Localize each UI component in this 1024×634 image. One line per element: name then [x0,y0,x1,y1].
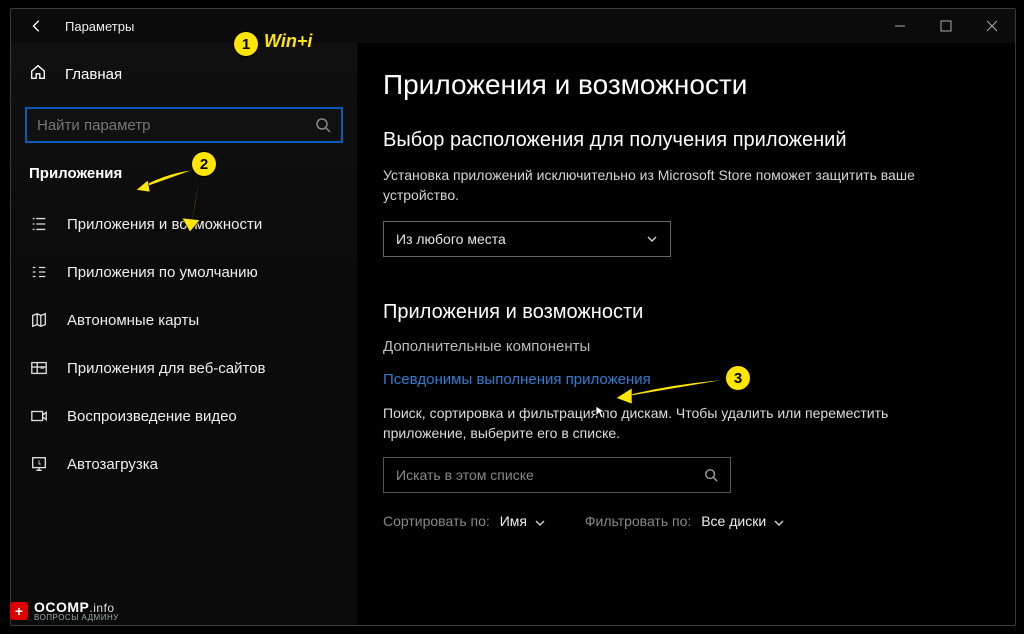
annotation-badge-2: 2 [192,152,216,176]
map-icon [29,310,49,330]
app-search-box[interactable]: Искать в этом списке [383,457,731,493]
install-source-dropdown[interactable]: Из любого места [383,221,671,257]
search-icon [315,117,331,133]
annotation-badge-1: 1 [234,32,258,56]
list-icon [29,214,49,234]
list-description: Поиск, сортировка и фильтрация по дискам… [383,404,903,443]
app-search-placeholder: Искать в этом списке [396,467,534,483]
sidebar-home-label: Главная [65,66,122,83]
search-icon [704,468,718,482]
sidebar-item-label: Автозагрузка [67,456,158,473]
watermark: + OCOMP.info ВОПРОСЫ АДМИНУ [10,599,119,622]
sidebar-section-label: Приложения [11,161,357,200]
sidebar-home[interactable]: Главная [11,51,357,97]
sidebar-item-label: Воспроизведение видео [67,408,237,425]
minimize-button[interactable] [877,9,923,43]
sidebar-item-label: Приложения для веб-сайтов [67,360,266,377]
sidebar-item-startup[interactable]: Автозагрузка [11,440,357,488]
section-desc-source: Установка приложений исключительно из Mi… [383,166,943,205]
annotation-text-winplusi: Win+i [264,31,312,52]
section-title-apps: Приложения и возможности [383,301,995,324]
dropdown-value: Из любого места [396,231,506,247]
defaults-icon [29,262,49,282]
sidebar-item-websites[interactable]: Приложения для веб-сайтов [11,344,357,392]
sort-control[interactable]: Сортировать по: Имя [383,513,545,529]
app-aliases-link[interactable]: Псевдонимы выполнения приложения [383,371,995,388]
search-input[interactable] [37,117,315,134]
watermark-icon: + [10,602,28,620]
back-button[interactable] [23,12,51,40]
page-title: Приложения и возможности [383,69,995,101]
sidebar-item-video[interactable]: Воспроизведение видео [11,392,357,440]
sidebar-item-apps-features[interactable]: Приложения и возможности [11,200,357,248]
chevron-down-icon [535,518,545,528]
chevron-down-icon [646,233,658,245]
window-controls [877,9,1015,43]
titlebar: Параметры [11,9,1015,43]
sidebar-item-default-apps[interactable]: Приложения по умолчанию [11,248,357,296]
sidebar-item-label: Приложения и возможности [67,216,262,233]
annotation-badge-3: 3 [726,366,750,390]
sidebar-search[interactable] [25,107,343,143]
mouse-cursor-icon [594,405,608,419]
sidebar-item-offline-maps[interactable]: Автономные карты [11,296,357,344]
main-panel: Приложения и возможности Выбор расположе… [357,43,1015,625]
home-icon [29,63,47,85]
window-title: Параметры [65,19,134,34]
sidebar-item-label: Приложения по умолчанию [67,264,258,281]
filter-control[interactable]: Фильтровать по: Все диски [585,513,784,529]
chevron-down-icon [774,518,784,528]
video-icon [29,406,49,426]
sidebar: Главная Приложения Приложения и возможно… [11,43,357,625]
maximize-button[interactable] [923,9,969,43]
sort-filter-row: Сортировать по: Имя Фильтровать по: Все … [383,513,995,529]
section-title-source: Выбор расположения для получения приложе… [383,129,995,152]
close-button[interactable] [969,9,1015,43]
sidebar-item-label: Автономные карты [67,312,199,329]
website-icon [29,358,49,378]
optional-features-link[interactable]: Дополнительные компоненты [383,338,995,355]
startup-icon [29,454,49,474]
settings-window: Параметры Главная [10,8,1016,626]
